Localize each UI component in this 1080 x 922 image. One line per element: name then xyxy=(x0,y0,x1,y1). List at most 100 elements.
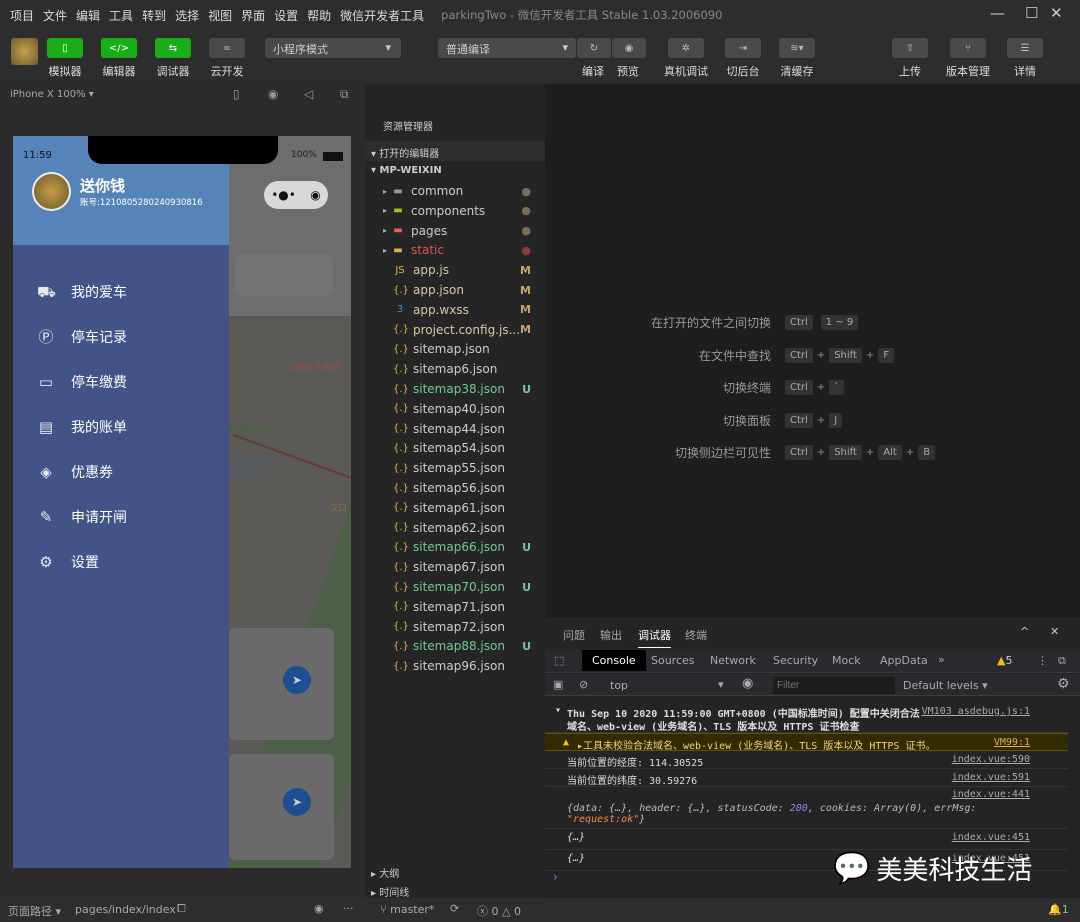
menu-parking-records[interactable]: Ⓟ 停车记录 xyxy=(37,327,127,347)
file-item[interactable]: {.} app.json M xyxy=(365,280,545,300)
menu-open-gate[interactable]: ✎ 申请开闸 xyxy=(37,507,127,527)
minimize-button[interactable]: — xyxy=(990,4,1005,22)
menu-item[interactable]: 微信开发者工具 xyxy=(340,7,424,24)
console-prompt[interactable]: › xyxy=(553,870,558,884)
file-item[interactable]: {.} project.config.js... M xyxy=(365,320,545,340)
file-item[interactable]: {.} sitemap61.json xyxy=(365,498,545,518)
menu-my-car[interactable]: ⛟ 我的爱车 xyxy=(37,282,127,302)
editor-icon[interactable]: </> xyxy=(101,38,137,58)
eye-icon[interactable]: ◉ xyxy=(314,902,324,915)
debugger-icon[interactable]: ⇆ xyxy=(155,38,191,58)
maximize-button[interactable]: ☐ xyxy=(1025,4,1038,22)
outline-section[interactable]: ▸ 大纲 xyxy=(371,865,399,880)
compile-mode-select[interactable]: 普通编译 ▾ xyxy=(438,38,576,58)
devtools-tab-security[interactable]: Security xyxy=(773,654,818,667)
notification-bell[interactable]: 🔔1 xyxy=(1048,903,1069,916)
file-item[interactable]: {.} sitemap67.json xyxy=(365,557,545,577)
user-avatar[interactable] xyxy=(32,172,71,211)
menu-item[interactable]: 界面 xyxy=(241,7,265,24)
parking-card[interactable]: ➤ xyxy=(229,754,334,860)
file-item[interactable]: {.} sitemap88.json U xyxy=(365,636,545,656)
chevron-up-icon[interactable]: ^ xyxy=(1020,625,1029,638)
file-item[interactable]: {.} sitemap54.json xyxy=(365,438,545,458)
upload-icon[interactable]: ⇧ xyxy=(892,38,928,58)
clear-console-icon[interactable]: ⊘ xyxy=(579,678,588,691)
inspect-icon[interactable]: ⬚ xyxy=(554,654,564,667)
open-editors-section[interactable]: ▾ 打开的编辑器 xyxy=(365,141,545,161)
upload-button[interactable]: 上传 xyxy=(899,63,921,79)
timeline-section[interactable]: ▸ 时间线 xyxy=(371,884,409,899)
menu-item[interactable]: 工具 xyxy=(109,7,133,24)
file-item[interactable]: {.} sitemap38.json U xyxy=(365,379,545,399)
phone-icon[interactable]: ▯ xyxy=(233,87,240,101)
source-link[interactable]: VM99:1 xyxy=(994,737,1030,748)
devtools-tab-network[interactable]: Network xyxy=(710,654,756,667)
menu-coupons[interactable]: ◈ 优惠券 xyxy=(37,462,113,482)
file-item[interactable]: {.} sitemap55.json xyxy=(365,458,545,478)
menu-settings[interactable]: ⚙ 设置 xyxy=(37,552,99,572)
console-message[interactable]: {…} index.vue:451 xyxy=(545,829,1068,850)
layers-icon[interactable]: ≋▾ xyxy=(779,38,815,58)
more-tabs-icon[interactable]: » xyxy=(938,653,945,666)
menu-item[interactable]: 转到 xyxy=(142,7,166,24)
file-item[interactable]: ▸ ▬ static ● xyxy=(365,240,545,260)
menu-item[interactable]: 项目 xyxy=(10,7,34,24)
navigate-icon[interactable]: ➤ xyxy=(283,666,311,694)
mode-select[interactable]: 小程序模式 ▾ xyxy=(265,38,401,58)
sidebar-toggle-icon[interactable]: ▣ xyxy=(553,678,563,691)
file-item[interactable]: 3 app.wxss M xyxy=(365,300,545,320)
details-button[interactable]: 详情 xyxy=(1014,63,1036,79)
levels-select[interactable]: Default levels ▾ xyxy=(903,679,988,692)
simulator-icon[interactable]: ▯ xyxy=(47,38,83,58)
preview-button[interactable]: 预览 xyxy=(617,63,639,79)
map[interactable]: 江岸区人民政 利英洋行 汉天悦外滩 金融中心 汉口 ➤ ➤ xyxy=(216,316,351,868)
background-icon[interactable]: ⇥ xyxy=(725,38,761,58)
window-icon[interactable]: ⧉ xyxy=(340,87,349,102)
devtools-tab-mock[interactable]: Mock xyxy=(832,654,861,667)
kebab-icon[interactable]: ⋮ xyxy=(1037,654,1048,667)
tab-problems[interactable]: 问题 xyxy=(563,627,585,643)
undock-icon[interactable]: ⧉ xyxy=(1058,654,1066,668)
file-item[interactable]: {.} sitemap.json xyxy=(365,339,545,359)
close-miniapp-icon[interactable]: ◉ xyxy=(310,188,320,202)
close-window-button[interactable]: ✕ xyxy=(1050,4,1063,22)
cloud-button[interactable]: 云开发 xyxy=(211,63,244,79)
gear-icon[interactable]: ⚙ xyxy=(1057,676,1070,692)
file-item[interactable]: {.} sitemap56.json xyxy=(365,478,545,498)
project-section[interactable]: ▾ MP-WEIXIN xyxy=(365,161,545,181)
record-icon[interactable]: ◉ xyxy=(268,87,278,101)
menu-icon[interactable]: ☰ xyxy=(1007,38,1043,58)
debugger-button[interactable]: 调试器 xyxy=(157,63,190,79)
console-message[interactable]: ▾ Thu Sep 10 2020 11:59:00 GMT+0800 (中国标准… xyxy=(545,703,1068,733)
menu-my-bills[interactable]: ▤ 我的账单 xyxy=(37,417,127,437)
branch-status[interactable]: ⑂ master* xyxy=(380,903,434,916)
device-select[interactable]: iPhone X 100% ▾ xyxy=(10,89,94,100)
file-item[interactable]: {.} sitemap40.json xyxy=(365,399,545,419)
problems-status[interactable]: ⓧ 0 △ 0 xyxy=(477,903,521,919)
file-item[interactable]: JS app.js M xyxy=(365,260,545,280)
file-item[interactable]: ▸ ▬ common ● xyxy=(365,181,545,201)
warning-count[interactable]: ▲5 xyxy=(997,654,1012,667)
bug-icon[interactable]: ✲ xyxy=(668,38,704,58)
branch-icon[interactable]: ⑂ xyxy=(950,38,986,58)
source-link[interactable]: VM103 asdebug.js:1 xyxy=(922,706,1030,717)
more-icon[interactable]: •●• xyxy=(271,188,296,202)
file-item[interactable]: {.} sitemap96.json xyxy=(365,656,545,676)
menu-item[interactable]: 选择 xyxy=(175,7,199,24)
sound-icon[interactable]: ◁ xyxy=(304,87,313,101)
filter-input[interactable] xyxy=(773,677,895,694)
version-button[interactable]: 版本管理 xyxy=(946,63,990,79)
source-link[interactable]: index.vue:591 xyxy=(952,772,1030,783)
menu-item[interactable]: 视图 xyxy=(208,7,232,24)
copy-icon[interactable]: ⧠ xyxy=(177,902,186,916)
compile-button[interactable]: 编译 xyxy=(582,63,604,79)
file-item[interactable]: {.} sitemap66.json U xyxy=(365,537,545,557)
console-message[interactable]: 当前位置的纬度: 30.59276 index.vue:591 xyxy=(545,769,1068,787)
capsule-menu[interactable]: •●• ◉ xyxy=(264,181,328,209)
menu-item[interactable]: 帮助 xyxy=(307,7,331,24)
page-path-select[interactable]: 页面路径 ▾ xyxy=(8,903,61,919)
preview-icon[interactable]: ◉ xyxy=(612,38,646,58)
menu-item[interactable]: 编辑 xyxy=(76,7,100,24)
tab-debugger[interactable]: 调试器 xyxy=(638,627,671,648)
navigate-icon[interactable]: ➤ xyxy=(283,788,311,816)
